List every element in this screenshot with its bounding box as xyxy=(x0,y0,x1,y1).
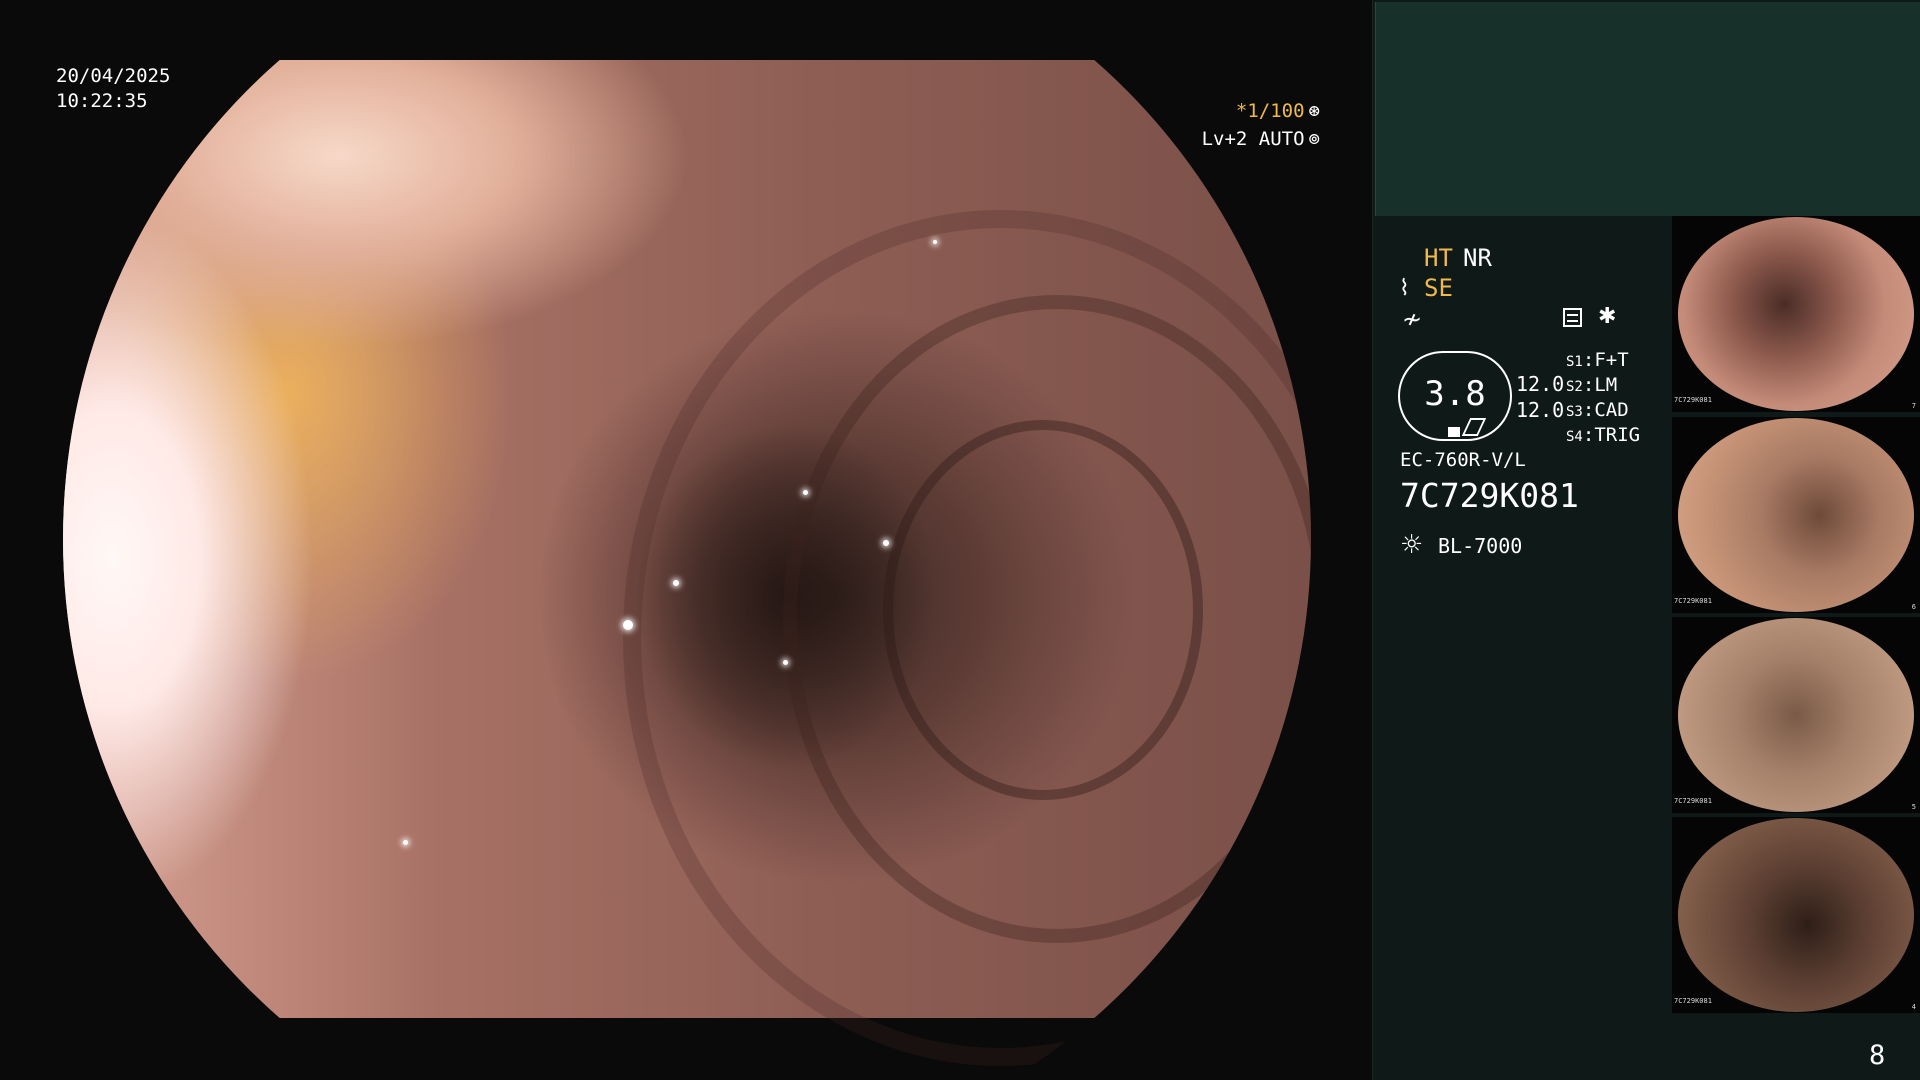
se-icon: ⌇ xyxy=(1399,276,1410,301)
thumbnail-serial: 7C729K081 xyxy=(1674,997,1712,1005)
endoscope-main-view: 20/04/2025 10:22:35 *1/100 ⊛ Lv+2 AUTO ⊚ xyxy=(0,0,1372,1080)
thumbnail-image xyxy=(1678,618,1914,812)
specular-glint xyxy=(403,840,408,845)
thumbnail-image xyxy=(1678,818,1914,1012)
specular-glint xyxy=(783,660,788,665)
date-text: 20/04/2025 xyxy=(56,65,171,87)
switch-value: F+T xyxy=(1594,349,1629,371)
light-source-icon: ☼ xyxy=(1400,530,1424,560)
thumbnail-number: 6 xyxy=(1911,603,1916,611)
mode-se: SE xyxy=(1424,274,1453,302)
scope-model: EC-760R-V/L xyxy=(1400,449,1526,471)
switch-s2: S2:LM xyxy=(1566,374,1618,396)
specular-glint xyxy=(623,620,633,630)
foot-pedal-icon xyxy=(1448,427,1460,437)
switch-s4: S4:TRIG xyxy=(1566,424,1641,446)
switch-s3: S3:CAD xyxy=(1566,399,1629,421)
thumbnail[interactable]: 7C729K081 5 xyxy=(1672,617,1920,813)
scope-serial: 7C729K081 xyxy=(1400,476,1579,515)
settings-list-icon xyxy=(1563,308,1582,327)
level-auto-readout: Lv+2 AUTO ⊚ xyxy=(1202,128,1320,150)
switch-value: CAD xyxy=(1594,399,1629,421)
switch-s1: S1:F+T xyxy=(1566,349,1629,371)
specular-glint xyxy=(803,490,808,495)
thumbnail-serial: 7C729K081 xyxy=(1674,396,1712,404)
value-a: 12.0 xyxy=(1516,372,1565,396)
thumbnail-serial: 7C729K081 xyxy=(1674,597,1712,605)
value-b: 12.0 xyxy=(1516,398,1565,422)
mode-ht: HT xyxy=(1424,244,1453,272)
mode-nr: NR xyxy=(1463,244,1492,272)
thumbnail-image xyxy=(1678,217,1914,411)
specular-glint xyxy=(883,540,889,546)
info-header-block xyxy=(1375,2,1920,216)
auto-iris-icon: ⊚ xyxy=(1308,128,1320,150)
light-source: BL-7000 xyxy=(1438,534,1523,558)
exposure-text: *1/100 xyxy=(1235,100,1305,122)
exposure-readout: *1/100 ⊛ xyxy=(1236,100,1320,122)
lumen-fold xyxy=(883,420,1203,800)
page-number: 8 xyxy=(1869,1040,1886,1071)
thumbnail-number: 7 xyxy=(1911,402,1916,410)
switch-key: S1 xyxy=(1566,354,1583,370)
thumbnail[interactable]: 7C729K081 6 xyxy=(1672,417,1920,613)
thumbnail[interactable]: 7C729K081 4 xyxy=(1672,817,1920,1013)
thumbnail-number: 4 xyxy=(1911,1003,1916,1011)
specular-glint xyxy=(673,580,679,586)
time-text: 10:22:35 xyxy=(56,90,148,112)
thumbnail-image xyxy=(1678,418,1914,612)
timestamp: 20/04/2025 10:22:35 xyxy=(56,64,170,114)
thumbnail-number: 5 xyxy=(1911,803,1916,811)
thumbnail[interactable]: 7C729K081 7 xyxy=(1672,216,1920,412)
endoscopic-image xyxy=(63,60,1311,1066)
frequency-icon: ≁ xyxy=(1402,305,1423,333)
switch-value: TRIG xyxy=(1594,424,1641,446)
switch-key: S3 xyxy=(1566,404,1583,420)
specular-glint xyxy=(933,240,937,244)
level-auto-text: Lv+2 AUTO xyxy=(1201,128,1305,150)
thumbnail-serial: 7C729K081 xyxy=(1674,797,1712,805)
aperture-icon: ⊛ xyxy=(1308,100,1320,122)
switch-key: S4 xyxy=(1566,429,1583,445)
switch-key: S2 xyxy=(1566,379,1583,395)
star-icon: ✱ xyxy=(1598,304,1617,329)
switch-value: LM xyxy=(1594,374,1618,396)
